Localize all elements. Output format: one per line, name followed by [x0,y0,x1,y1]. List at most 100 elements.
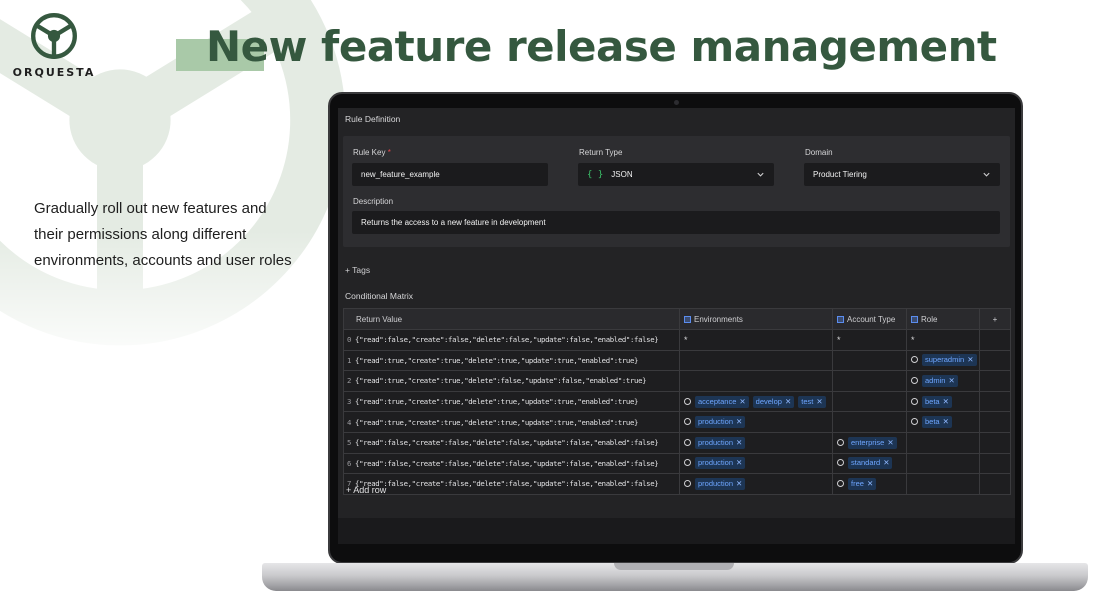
environments-cell[interactable]: production ✕ [679,431,833,454]
environment-chip[interactable]: production ✕ [695,477,746,490]
account-type-chip[interactable]: standard ✕ [848,457,893,470]
row-index: 6 [347,458,352,468]
return-value-cell[interactable]: 7 {"read":false,"create":false,"delete":f… [343,473,680,495]
account-type-cell[interactable] [832,370,907,392]
return-value-cell[interactable]: 5 {"read":false,"create":false,"delete":f… [343,431,680,454]
table-row[interactable]: 5 {"read":false,"create":false,"delete":f… [343,431,1011,454]
return-value-column-header: Return Value [343,308,680,330]
add-column-button[interactable]: + [979,308,1011,330]
close-icon[interactable]: ✕ [867,479,873,488]
environment-chip[interactable]: production ✕ [695,457,746,470]
role-chip[interactable]: admin ✕ [922,374,958,387]
return-value-cell[interactable]: 3 {"read":true,"create":true,"delete":tru… [343,390,680,413]
row-actions-cell [979,411,1011,433]
row-index: 4 [347,417,352,427]
json-braces-icon: { } [587,169,604,180]
close-icon[interactable]: ✕ [736,458,742,467]
condition-circle-icon [911,397,918,405]
page-title: New feature release management [206,22,997,71]
close-icon[interactable]: ✕ [948,376,954,385]
account-type-cell[interactable]: enterprise ✕ [832,431,907,454]
role-column-header[interactable]: Role [906,308,980,330]
account-type-chip[interactable]: free ✕ [848,477,877,490]
brand-name: ORQUESTA [12,66,96,79]
close-icon[interactable]: ✕ [887,438,893,447]
environments-column-header[interactable]: Environments [679,308,833,330]
close-icon[interactable]: ✕ [943,397,949,406]
table-row[interactable]: 7 {"read":false,"create":false,"delete":f… [343,473,1011,495]
environment-chip[interactable]: production ✕ [695,436,746,449]
table-row[interactable]: 4 {"read":true,"create":true,"delete":tru… [343,411,1011,433]
table-row[interactable]: 3 {"read":true,"create":true,"delete":tru… [343,390,1011,413]
return-value-json: {"read":true,"create":true,"delete":fals… [355,376,647,386]
domain-select[interactable]: Product Tiering [804,163,1000,186]
laptop-base [262,563,1088,591]
environments-cell[interactable] [679,370,833,392]
return-value-cell[interactable]: 6 {"read":false,"create":false,"delete":f… [343,452,680,475]
role-cell[interactable]: admin ✕ [906,370,980,392]
account-type-cell[interactable] [832,349,907,372]
account-type-cell[interactable] [832,411,907,433]
close-icon[interactable]: ✕ [967,355,973,364]
environment-chip[interactable]: test ✕ [798,395,826,408]
role-cell[interactable] [906,431,980,454]
environments-cell[interactable]: acceptance ✕ develop ✕ test ✕ [679,390,833,413]
row-index: 3 [347,397,352,407]
role-chip[interactable]: superadmin ✕ [922,354,977,367]
return-value-json: {"read":true,"create":true,"delete":true… [355,355,639,365]
environments-cell[interactable]: production ✕ [679,452,833,475]
row-index: 5 [347,438,352,448]
table-row[interactable]: 0 {"read":false,"create":false,"delete":f… [343,329,1011,351]
return-value-cell[interactable]: 4 {"read":true,"create":true,"delete":tru… [343,411,680,433]
laptop-screen: Rule Definition Rule Key * new_feature_e… [328,92,1023,564]
row-actions-cell [979,349,1011,372]
account-type-cell[interactable]: * [832,329,907,351]
add-tags-button[interactable]: + Tags [345,265,370,275]
return-value-cell[interactable]: 0 {"read":false,"create":false,"delete":f… [343,329,680,351]
environment-chip[interactable]: develop ✕ [752,395,795,408]
column-type-icon [837,315,844,323]
account-type-chip[interactable]: enterprise ✕ [848,436,897,449]
table-row[interactable]: 6 {"read":false,"create":false,"delete":f… [343,452,1011,475]
description-input[interactable]: Returns the access to a new feature in d… [352,211,1000,234]
role-cell[interactable] [906,452,980,475]
role-cell[interactable]: beta ✕ [906,411,980,433]
close-icon[interactable]: ✕ [785,397,791,406]
close-icon[interactable]: ✕ [883,458,889,467]
table-row[interactable]: 1 {"read":true,"create":true,"delete":tru… [343,349,1011,372]
app-window: Rule Definition Rule Key * new_feature_e… [338,108,1015,544]
return-value-cell[interactable]: 1 {"read":true,"create":true,"delete":tru… [343,349,680,372]
role-cell[interactable]: * [906,329,980,351]
account-type-column-header[interactable]: Account Type [832,308,907,330]
role-cell[interactable]: superadmin ✕ [906,349,980,372]
environment-chip[interactable]: production ✕ [695,416,746,429]
condition-circle-icon [837,479,844,487]
account-type-cell[interactable]: free ✕ [832,473,907,495]
environments-cell[interactable]: production ✕ [679,473,833,495]
role-cell[interactable]: beta ✕ [906,390,980,413]
role-chip[interactable]: beta ✕ [922,395,952,408]
conditional-matrix-table: Return Value Environments Account Type R… [343,308,1011,495]
account-type-cell[interactable] [832,390,907,413]
return-value-json: {"read":false,"create":false,"delete":fa… [355,335,659,345]
add-row-button[interactable]: + Add row [346,485,386,495]
return-type-select[interactable]: { } JSON [578,163,774,186]
table-row[interactable]: 2 {"read":true,"create":true,"delete":fal… [343,370,1011,392]
close-icon[interactable]: ✕ [943,417,949,426]
close-icon[interactable]: ✕ [816,397,822,406]
environment-chip[interactable]: acceptance ✕ [695,395,749,408]
close-icon[interactable]: ✕ [736,438,742,447]
role-chip[interactable]: beta ✕ [922,416,952,429]
environments-cell[interactable]: * [679,329,833,351]
account-type-cell[interactable]: standard ✕ [832,452,907,475]
close-icon[interactable]: ✕ [736,417,742,426]
role-cell[interactable] [906,473,980,495]
environments-cell[interactable]: production ✕ [679,411,833,433]
wildcard-value: * [911,334,915,345]
environments-cell[interactable] [679,349,833,372]
close-icon[interactable]: ✕ [736,479,742,488]
rule-key-input[interactable]: new_feature_example [352,163,548,186]
return-value-cell[interactable]: 2 {"read":true,"create":true,"delete":fal… [343,370,680,392]
close-icon[interactable]: ✕ [739,397,745,406]
laptop-notch [614,563,734,570]
